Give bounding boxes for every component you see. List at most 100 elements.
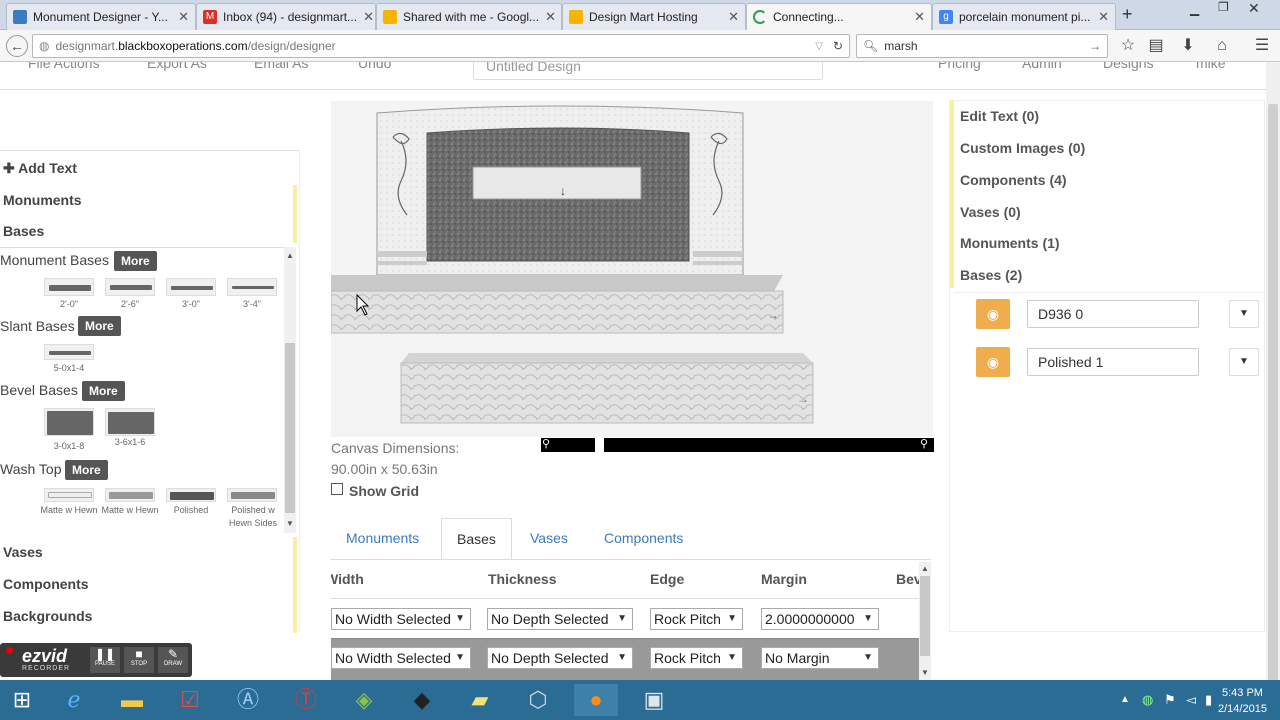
section-edit-text[interactable]: Edit Text (0) (960, 108, 1039, 124)
zoom-in-icon[interactable]: ⚲ (920, 437, 928, 450)
app-a-icon[interactable]: Ⓐ (226, 684, 270, 716)
section-monuments[interactable]: Monuments (1) (960, 235, 1060, 251)
width-select[interactable]: No Width Selected ▼ (331, 608, 471, 630)
more-button[interactable]: More (78, 316, 121, 336)
tab-vases[interactable]: Vases (515, 518, 583, 560)
base-thumbnail[interactable] (166, 488, 216, 502)
browser-tab[interactable]: g porcelain monument pi... ✕ (932, 3, 1116, 30)
internet-explorer-icon[interactable]: ℯ (52, 684, 96, 716)
browser-tab[interactable]: Monument Designer - Y... ✕ (6, 3, 196, 30)
options-dropdown[interactable]: ▼ (1229, 348, 1259, 376)
reading-list-icon[interactable]: ▤ (1146, 36, 1166, 56)
edge-select[interactable]: Rock Pitch ▼ (650, 608, 743, 630)
design-canvas[interactable]: ↓ → → (330, 101, 933, 437)
sticky-notes-icon[interactable]: ▰ (458, 684, 502, 716)
network-icon[interactable]: ▮ (1205, 692, 1212, 708)
scroll-up-icon[interactable]: ▲ (286, 251, 294, 260)
search-bar[interactable]: 🔍︎ marsh → (856, 34, 1108, 58)
section-vases[interactable]: Vases (3, 544, 43, 560)
close-icon[interactable]: ✕ (722, 9, 739, 25)
edge-select[interactable]: Rock Pitch ▼ (650, 647, 743, 669)
margin-select[interactable]: No Margin ▼ (761, 647, 879, 669)
firefox-icon[interactable]: ● (574, 684, 618, 716)
show-grid-checkbox[interactable] (331, 483, 343, 495)
close-icon[interactable]: ✕ (908, 9, 925, 25)
menu-pricing[interactable]: Pricing (938, 62, 981, 71)
reload-icon[interactable]: ↻ (833, 39, 843, 53)
paint-icon[interactable]: ▣ (632, 684, 676, 716)
download-icon[interactable]: ⬇ (1178, 36, 1198, 56)
flag-icon[interactable]: ⚑ (1164, 692, 1176, 708)
browser-tab[interactable]: M Inbox (94) - designmart... ✕ (196, 3, 376, 30)
base-thumbnail[interactable] (227, 488, 277, 502)
search-input[interactable]: marsh (884, 39, 917, 53)
search-go-icon[interactable]: → (1089, 39, 1101, 53)
browser-tab[interactable]: Shared with me - Googl... ✕ (376, 3, 562, 30)
visibility-toggle[interactable]: ◉ (976, 299, 1010, 329)
volume-icon[interactable]: ◅ (1186, 692, 1196, 708)
section-monuments[interactable]: Monuments (3, 192, 82, 208)
menu-admin[interactable]: Admin (1022, 62, 1062, 71)
tab-monuments[interactable]: Monuments (331, 518, 434, 560)
clock-date[interactable]: 2/14/2015 (1218, 703, 1267, 715)
scroll-thumb[interactable] (1268, 104, 1278, 704)
section-custom-images[interactable]: Custom Images (0) (960, 140, 1085, 156)
page-scrollbar[interactable] (1266, 62, 1280, 704)
design-name-input[interactable]: Untitled Design (473, 62, 823, 80)
scroll-down-icon[interactable]: ▼ (921, 668, 929, 677)
base-thumbnail[interactable] (44, 488, 94, 502)
section-components[interactable]: Components (4) (960, 172, 1067, 188)
section-bases[interactable]: Bases (3, 223, 44, 239)
zoom-track-right[interactable] (604, 438, 934, 452)
close-icon[interactable]: ✕ (172, 9, 189, 25)
url-bar[interactable]: ◍ designmart. blackboxoperations.com/desi… (32, 34, 850, 58)
home-icon[interactable]: ⌂ (1212, 36, 1232, 56)
width-select[interactable]: No Width Selected ▼ (331, 647, 471, 669)
todoist-icon[interactable]: ☑ (168, 684, 212, 716)
base-name-field[interactable]: D936 0 (1027, 300, 1199, 328)
dropdown-icon[interactable]: ▽ (815, 41, 823, 52)
section-components[interactable]: Components (3, 576, 89, 592)
undo-button[interactable]: Undo (358, 62, 391, 71)
more-button[interactable]: More (82, 381, 125, 401)
browser-tab[interactable]: Design Mart Hosting ✕ (562, 3, 746, 30)
section-backgrounds[interactable]: Backgrounds (3, 608, 92, 624)
base-thumbnail[interactable] (105, 488, 155, 502)
tray-expand-icon[interactable]: ▲ (1120, 694, 1130, 705)
scroll-up-icon[interactable]: ▲ (921, 564, 929, 573)
stop-button[interactable]: ■ STOP (124, 647, 154, 673)
bases-list-scrollbar[interactable]: ▲ ▼ (284, 247, 296, 533)
tab-components[interactable]: Components (589, 518, 698, 560)
back-icon[interactable]: ← (6, 35, 28, 57)
base-thumbnail[interactable] (44, 344, 94, 360)
close-icon[interactable]: ✕ (539, 9, 556, 25)
base-thumbnail[interactable] (105, 278, 155, 296)
pause-button[interactable]: ❚❚ PAUSE (90, 647, 120, 673)
3d-box-icon[interactable]: ⬡ (516, 684, 560, 716)
tab-bases[interactable]: Bases (441, 518, 512, 560)
tray-app-icon[interactable]: ◍ (1142, 692, 1153, 708)
options-dropdown[interactable]: ▼ (1229, 300, 1259, 328)
more-button[interactable]: More (114, 251, 157, 271)
minimize-icon[interactable]: ▁ (1190, 2, 1199, 16)
scroll-thumb[interactable] (285, 343, 295, 513)
thickness-select[interactable]: No Depth Selected ▼ (487, 647, 633, 669)
visibility-toggle[interactable]: ◉ (976, 347, 1010, 377)
app-t-icon[interactable]: Ⓣ (284, 684, 328, 716)
menu-file-actions[interactable]: File Actions (28, 62, 100, 71)
section-bases[interactable]: Bases (2) (960, 267, 1022, 283)
draw-button[interactable]: ✎ DRAW (158, 647, 188, 673)
base-thumbnail[interactable] (44, 278, 94, 296)
menu-email-as[interactable]: Email As (254, 62, 308, 71)
browser-tab-active[interactable]: Connecting... ✕ (746, 3, 932, 30)
new-tab-icon[interactable]: + (1122, 4, 1133, 25)
add-text-button[interactable]: ✚ Add Text (3, 160, 77, 177)
menu-user[interactable]: mike (1196, 62, 1226, 71)
margin-select[interactable]: 2.0000000000 ▼ (761, 608, 879, 630)
bookmark-star-icon[interactable]: ☆ (1118, 36, 1138, 56)
inkscape-icon[interactable]: ◆ (400, 684, 444, 716)
scroll-thumb[interactable] (920, 576, 930, 656)
restore-icon[interactable]: ❐ (1218, 0, 1229, 14)
section-vases[interactable]: Vases (0) (960, 204, 1021, 220)
close-icon[interactable]: ✕ (357, 9, 374, 25)
